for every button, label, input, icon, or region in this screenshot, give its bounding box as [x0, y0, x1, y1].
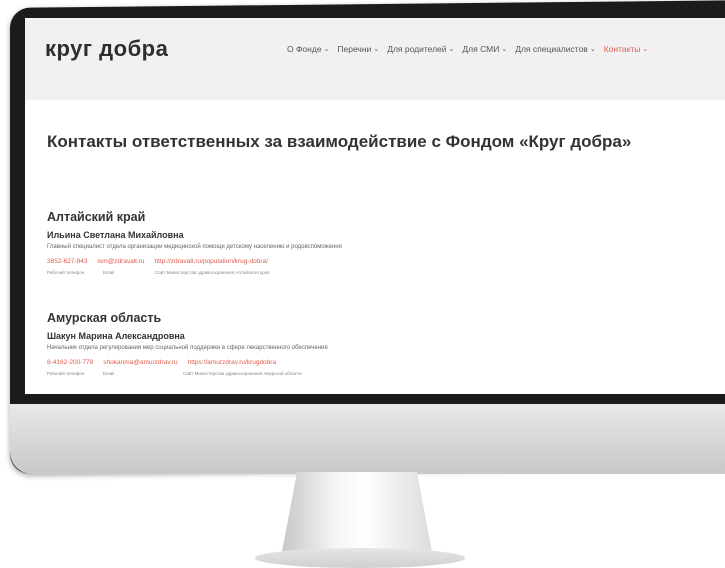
email-caption: Email: [103, 270, 115, 275]
page-title: Контакты ответственных за взаимодействие…: [47, 132, 632, 151]
contact-captions: Рабочий телефон Email Сайт Министерства …: [47, 371, 302, 376]
nav-item-contacts[interactable]: Контакты ⌄: [604, 44, 649, 54]
chevron-down-icon: ⌄: [373, 46, 380, 53]
main-nav: О Фонде ⌄ Перечни ⌄ Для родителей ⌄ Для СМИ…: [287, 44, 648, 54]
site-logo[interactable]: круг добра: [45, 36, 168, 62]
nav-item-lists[interactable]: Перечни ⌄: [337, 44, 379, 54]
screen: круг добра О Фонде ⌄ Перечни ⌄ Для родител…: [25, 18, 725, 394]
contact-person: Ильина Светлана Михайловна: [47, 230, 184, 240]
chevron-down-icon: ⌄: [448, 46, 455, 53]
chevron-down-icon: ⌄: [589, 46, 596, 53]
website-caption: Сайт Министерства здравоохранения Амурск…: [183, 371, 302, 376]
phone-link[interactable]: 3852-627-843: [47, 258, 87, 265]
monitor-chin: [10, 404, 725, 474]
nav-item-about[interactable]: О Фонде ⌄: [287, 44, 329, 54]
contact-links: 3852-627-843 ism@zdravalt.ru http://zdra…: [47, 258, 268, 265]
nav-item-parents[interactable]: Для родителей ⌄: [387, 44, 454, 54]
chevron-down-icon: ⌄: [323, 46, 330, 53]
phone-caption: Рабочий телефон: [47, 371, 85, 376]
contact-role: Начальник отдела регулирования мер социа…: [47, 345, 328, 351]
nav-item-specialists[interactable]: Для специалистов ⌄: [515, 44, 595, 54]
website-caption: Сайт Министерства здравоохранения Алтайс…: [155, 270, 270, 275]
phone-link[interactable]: 8-4162-200-778: [47, 359, 93, 366]
email-link[interactable]: shukanma@amurzdrav.ru: [103, 359, 177, 366]
phone-caption: Рабочий телефон: [47, 270, 85, 275]
region-title: Алтайский край: [47, 210, 146, 224]
email-link[interactable]: ism@zdravalt.ru: [97, 258, 144, 265]
contact-person: Шакун Марина Александровна: [47, 331, 185, 341]
website-link[interactable]: https://amurzdrav.ru/krugdobra: [188, 359, 276, 366]
region-title: Амурская область: [47, 311, 162, 325]
website-link[interactable]: http://zdravalt.ru/population/krug-dobra…: [155, 258, 268, 265]
contact-links: 8-4162-200-778 shukanma@amurzdrav.ru htt…: [47, 359, 276, 366]
chevron-down-icon: ⌄: [501, 46, 508, 53]
contact-role: Главный специалист отдела организации ме…: [47, 244, 342, 250]
monitor-stand: [282, 472, 432, 552]
monitor-stand-base: [255, 548, 465, 568]
contact-captions: Рабочий телефон Email Сайт Министерства …: [47, 270, 270, 275]
chevron-down-icon: ⌄: [642, 46, 649, 53]
site-header: круг добра О Фонде ⌄ Перечни ⌄ Для родител…: [25, 18, 725, 100]
nav-item-media[interactable]: Для СМИ ⌄: [462, 44, 507, 54]
email-caption: Email: [103, 371, 115, 376]
